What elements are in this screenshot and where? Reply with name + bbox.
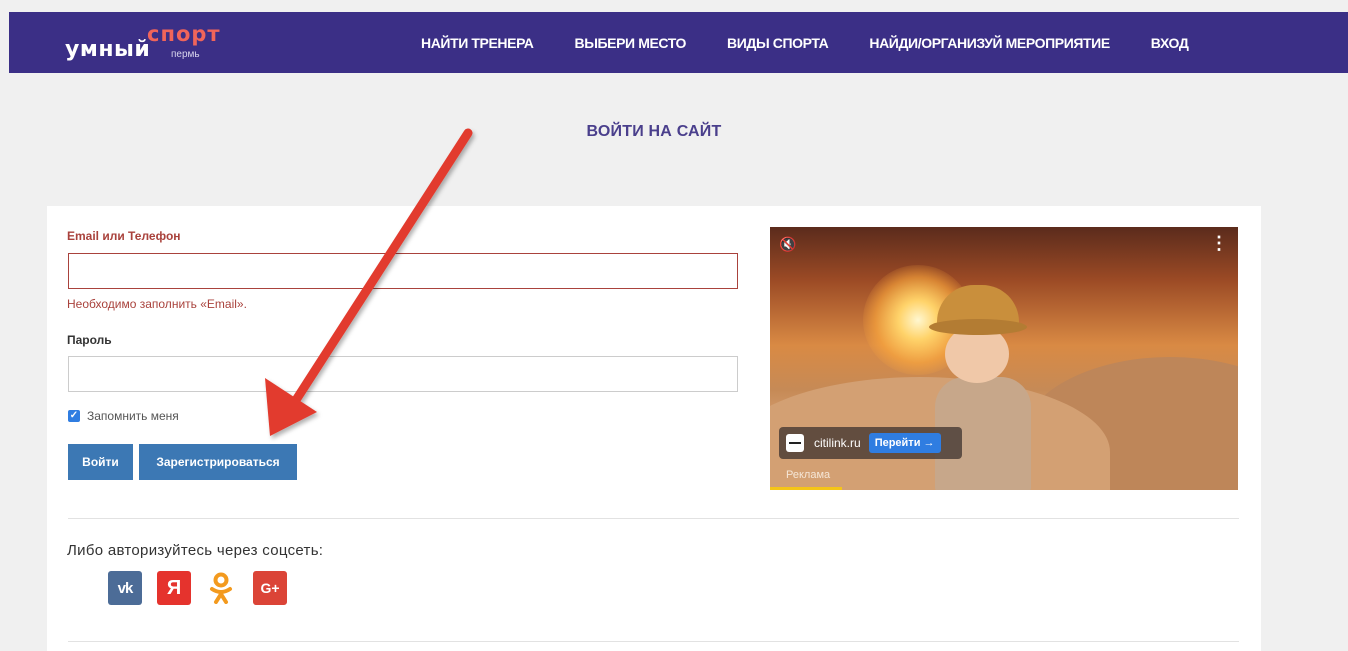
ad-link-bar[interactable]: citilink.ru Перейти → xyxy=(779,427,962,459)
email-field[interactable] xyxy=(68,253,738,289)
yandex-icon: Я xyxy=(166,576,182,599)
ad-label: Реклама xyxy=(786,469,831,481)
logo-word-umny: умный xyxy=(65,37,151,62)
top-navigation-bar: умный спорт пермь НАЙТИ ТРЕНЕРА ВЫБЕРИ М… xyxy=(9,12,1348,73)
divider-bottom xyxy=(68,641,1239,642)
social-login-prompt: Либо авторизуйтесь через соцсеть: xyxy=(67,542,324,559)
remember-checkbox[interactable]: ✓ xyxy=(68,410,80,422)
more-vertical-icon[interactable]: ⋮ xyxy=(1210,234,1228,252)
nav-sports[interactable]: ВИДЫ СПОРТА xyxy=(727,35,829,51)
logo-city: пермь xyxy=(171,49,200,60)
ad-site-name: citilink.ru xyxy=(814,436,861,450)
ad-progress-bar xyxy=(770,487,842,490)
yandex-login-button[interactable]: Я xyxy=(157,571,191,605)
nav-events[interactable]: НАЙДИ/ОРГАНИЗУЙ МЕРОПРИЯТИЕ xyxy=(869,35,1110,51)
odnoklassniki-login-button[interactable] xyxy=(204,571,238,605)
login-card: Email или Телефон Необходимо заполнить «… xyxy=(47,206,1261,651)
google-plus-icon: G+ xyxy=(260,580,280,596)
nav-choose-place[interactable]: ВЫБЕРИ МЕСТО xyxy=(574,35,686,51)
mute-icon[interactable]: 🔇 xyxy=(779,236,796,253)
advertiser-logo-icon xyxy=(786,434,804,452)
main-nav: НАЙТИ ТРЕНЕРА ВЫБЕРИ МЕСТО ВИДЫ СПОРТА Н… xyxy=(421,12,1189,73)
login-button[interactable]: Войти xyxy=(68,444,133,480)
password-label: Пароль xyxy=(67,333,112,347)
nav-find-trainer[interactable]: НАЙТИ ТРЕНЕРА xyxy=(421,35,534,51)
vk-login-button[interactable]: vk xyxy=(108,571,142,605)
remember-me[interactable]: ✓ Запомнить меня xyxy=(68,409,179,423)
page-title: ВОЙТИ НА САЙТ xyxy=(586,123,722,140)
site-logo[interactable]: умный спорт пермь xyxy=(65,22,235,66)
google-plus-login-button[interactable]: G+ xyxy=(253,571,287,605)
password-field[interactable] xyxy=(68,356,738,392)
video-ad[interactable]: 🔇 ⋮ citilink.ru Перейти → Реклама xyxy=(770,227,1238,490)
ad-go-button[interactable]: Перейти → xyxy=(868,433,941,453)
odnoklassniki-icon xyxy=(210,572,232,604)
vk-icon: vk xyxy=(117,579,134,597)
logo-word-sport: спорт xyxy=(147,22,221,46)
register-button[interactable]: Зарегистрироваться xyxy=(139,444,297,480)
ad-child-image xyxy=(929,285,1055,490)
nav-login[interactable]: ВХОД xyxy=(1151,35,1189,51)
divider-top xyxy=(68,518,1239,519)
remember-label: Запомнить меня xyxy=(87,409,179,423)
email-label: Email или Телефон xyxy=(67,229,181,243)
email-error-message: Необходимо заполнить «Email». xyxy=(67,297,247,311)
